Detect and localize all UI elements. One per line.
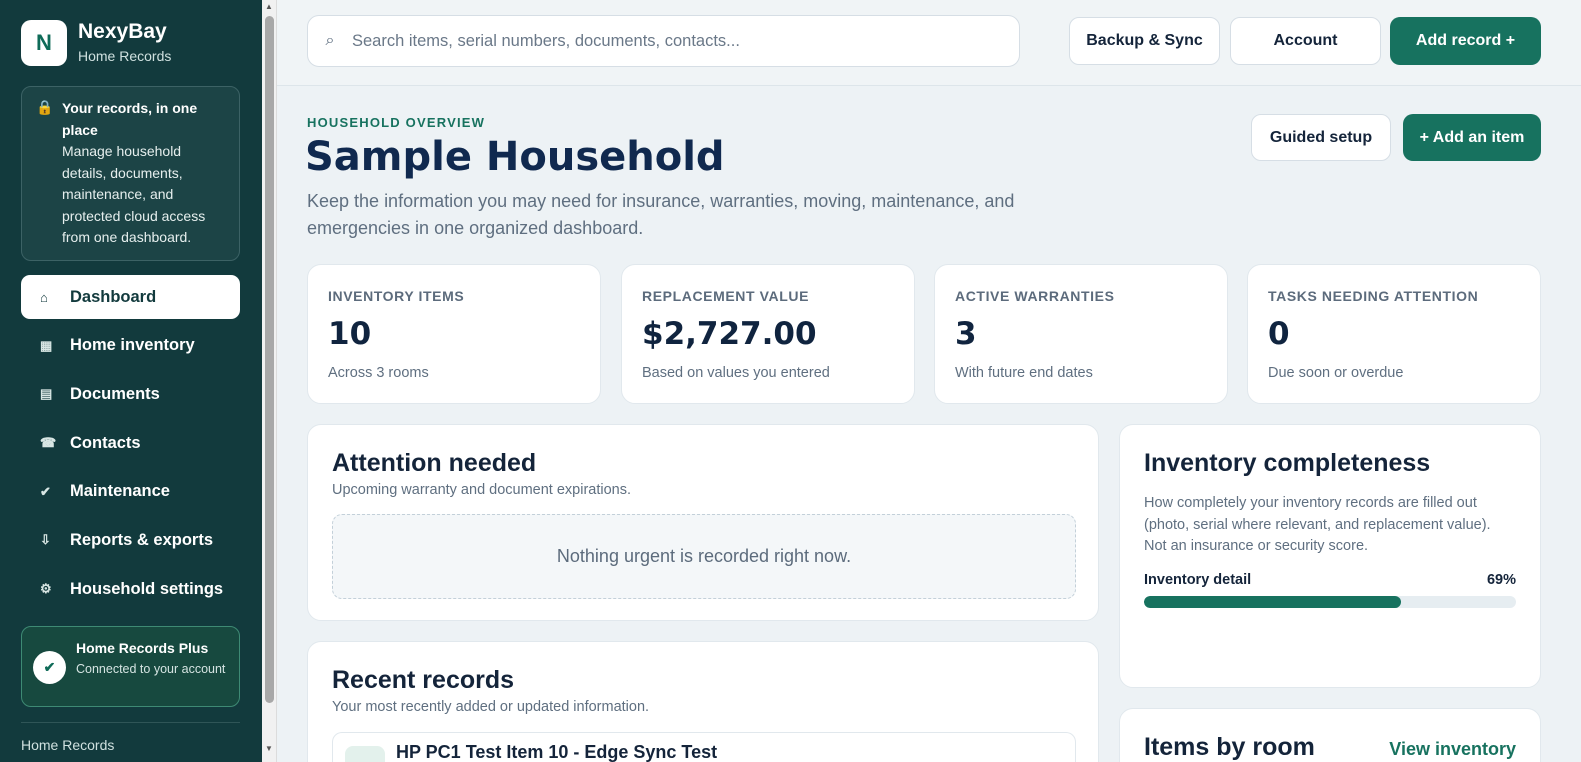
sidebar-item-reports-exports[interactable]: ⇩ Reports & exports bbox=[21, 518, 240, 562]
sidebar-item-documents[interactable]: ▤ Documents bbox=[21, 372, 240, 416]
scroll-down-icon[interactable]: ▼ bbox=[265, 744, 273, 753]
brand-name: NexyBay bbox=[78, 20, 167, 43]
completeness-progress-bar bbox=[1144, 595, 1516, 608]
inventory-icon: ▦ bbox=[40, 337, 53, 353]
brand[interactable]: N NexyBay Home Records bbox=[21, 20, 171, 66]
stat-label: INVENTORY ITEMS bbox=[328, 288, 465, 304]
search-input[interactable] bbox=[352, 31, 1002, 51]
list-item[interactable]: HP PC1 Test Item 10 - Edge Sync Test bbox=[332, 732, 1076, 762]
item-thumbnail bbox=[345, 746, 385, 762]
records-info-card: 🔒 Your records, in one place Manage hous… bbox=[21, 86, 240, 261]
phone-icon: ☎ bbox=[40, 435, 57, 451]
sidebar-item-label: Dashboard bbox=[70, 287, 157, 306]
sidebar-item-dashboard[interactable]: ⌂ Dashboard bbox=[21, 275, 240, 319]
plan-status-card[interactable]: ✔ Home Records Plus Connected to your ac… bbox=[21, 626, 240, 707]
sidebar-item-home-inventory[interactable]: ▦ Home inventory bbox=[21, 324, 240, 368]
sidebar-item-label: Reports & exports bbox=[70, 530, 214, 549]
sidebar-item-maintenance[interactable]: ✔ Maintenance bbox=[21, 470, 240, 514]
meter-value: 69% bbox=[1486, 571, 1516, 588]
attention-title: Attention needed bbox=[332, 449, 537, 477]
stat-note: Across 3 rooms bbox=[328, 365, 429, 381]
backup-sync-button[interactable]: Backup & Sync bbox=[1069, 17, 1220, 65]
scroll-up-icon[interactable]: ▲ bbox=[265, 2, 273, 11]
progress-fill bbox=[1144, 595, 1401, 608]
sidebar: N NexyBay Home Records 🔒 Your records, i… bbox=[0, 0, 262, 762]
sidebar-item-label: Maintenance bbox=[70, 482, 170, 501]
attention-subtitle: Upcoming warranty and document expiratio… bbox=[332, 482, 632, 498]
sidebar-item-label: Household settings bbox=[70, 579, 224, 598]
stat-card-inventory-items: INVENTORY ITEMS 10 Across 3 rooms bbox=[307, 264, 601, 404]
lock-icon: 🔒 bbox=[36, 99, 54, 115]
record-name: HP PC1 Test Item 10 - Edge Sync Test bbox=[396, 742, 718, 762]
search-icon: ⌕ bbox=[325, 32, 335, 49]
meter-label: Inventory detail bbox=[1144, 571, 1252, 588]
rooms-title: Items by room bbox=[1144, 733, 1315, 761]
sidebar-item-household-settings[interactable]: ⚙ Household settings bbox=[21, 567, 240, 611]
attention-card: Attention needed Upcoming warranty and d… bbox=[307, 424, 1099, 621]
add-item-button[interactable]: + Add an item bbox=[1403, 114, 1541, 161]
account-button[interactable]: Account bbox=[1230, 17, 1381, 65]
stat-label: ACTIVE WARRANTIES bbox=[955, 288, 1115, 304]
scrollbar-thumb[interactable] bbox=[265, 16, 274, 703]
sidebar-nav: ⌂ Dashboard ▦ Home inventory ▤ Documents… bbox=[21, 275, 240, 616]
stat-note: Due soon or overdue bbox=[1268, 365, 1404, 381]
completeness-description: How completely your inventory records ar… bbox=[1144, 495, 1491, 554]
sidebar-scrollbar[interactable]: ▲ ▼ bbox=[262, 0, 277, 762]
sidebar-item-label: Home inventory bbox=[70, 336, 195, 355]
page-description: Keep the information you may need for in… bbox=[307, 191, 1015, 238]
stat-value: 3 bbox=[955, 316, 977, 352]
gear-icon: ⚙ bbox=[40, 581, 52, 597]
sidebar-item-contacts[interactable]: ☎ Contacts bbox=[21, 421, 240, 465]
info-body: Manage household details, documents, mai… bbox=[62, 143, 206, 245]
stat-value: $2,727.00 bbox=[642, 316, 817, 352]
stat-label: TASKS NEEDING ATTENTION bbox=[1268, 288, 1479, 304]
sidebar-item-label: Contacts bbox=[70, 433, 141, 452]
plan-title: Home Records Plus bbox=[76, 640, 209, 656]
view-inventory-link[interactable]: View inventory bbox=[1389, 739, 1516, 760]
attention-empty-state: Nothing urgent is recorded right now. bbox=[332, 514, 1076, 599]
stat-note: Based on values you entered bbox=[642, 365, 830, 381]
sidebar-footer: Home Records bbox=[21, 737, 115, 753]
stat-value: 10 bbox=[328, 316, 372, 352]
overview-eyebrow: HOUSEHOLD OVERVIEW bbox=[307, 115, 486, 130]
completeness-title: Inventory completeness bbox=[1144, 449, 1431, 477]
check-icon: ✔ bbox=[33, 651, 66, 684]
info-title: Your records, in one place bbox=[62, 100, 198, 138]
stat-card-active-warranties: ACTIVE WARRANTIES 3 With future end date… bbox=[934, 264, 1228, 404]
brand-logo: N bbox=[21, 20, 67, 66]
brand-subtitle: Home Records bbox=[78, 48, 172, 64]
top-bar: ⌕ Backup & Sync Account Add record + bbox=[277, 0, 1581, 86]
recent-subtitle: Your most recently added or updated info… bbox=[332, 699, 650, 715]
sidebar-divider bbox=[21, 722, 240, 723]
stat-card-tasks-needing-attention: TASKS NEEDING ATTENTION 0 Due soon or ov… bbox=[1247, 264, 1541, 404]
stat-note: With future end dates bbox=[955, 365, 1093, 381]
home-icon: ⌂ bbox=[40, 289, 48, 305]
recent-records-card: Recent records Your most recently added … bbox=[307, 641, 1099, 762]
page-title: Sample Household bbox=[305, 134, 725, 180]
search-box[interactable]: ⌕ bbox=[307, 15, 1020, 67]
stat-card-replacement-value: REPLACEMENT VALUE $2,727.00 Based on val… bbox=[621, 264, 915, 404]
check-icon: ✔ bbox=[40, 483, 51, 499]
inventory-completeness-card: Inventory completeness How completely yo… bbox=[1119, 424, 1541, 688]
stat-value: 0 bbox=[1268, 316, 1290, 352]
guided-setup-button[interactable]: Guided setup bbox=[1251, 114, 1391, 161]
plan-status: Connected to your account bbox=[76, 662, 226, 676]
items-by-room-card: Items by room View inventory bbox=[1119, 708, 1541, 762]
document-icon: ▤ bbox=[40, 386, 53, 402]
stat-label: REPLACEMENT VALUE bbox=[642, 288, 810, 304]
add-record-button[interactable]: Add record + bbox=[1390, 17, 1541, 65]
sidebar-item-label: Documents bbox=[70, 384, 160, 403]
download-icon: ⇩ bbox=[40, 532, 51, 548]
recent-title: Recent records bbox=[332, 666, 515, 694]
